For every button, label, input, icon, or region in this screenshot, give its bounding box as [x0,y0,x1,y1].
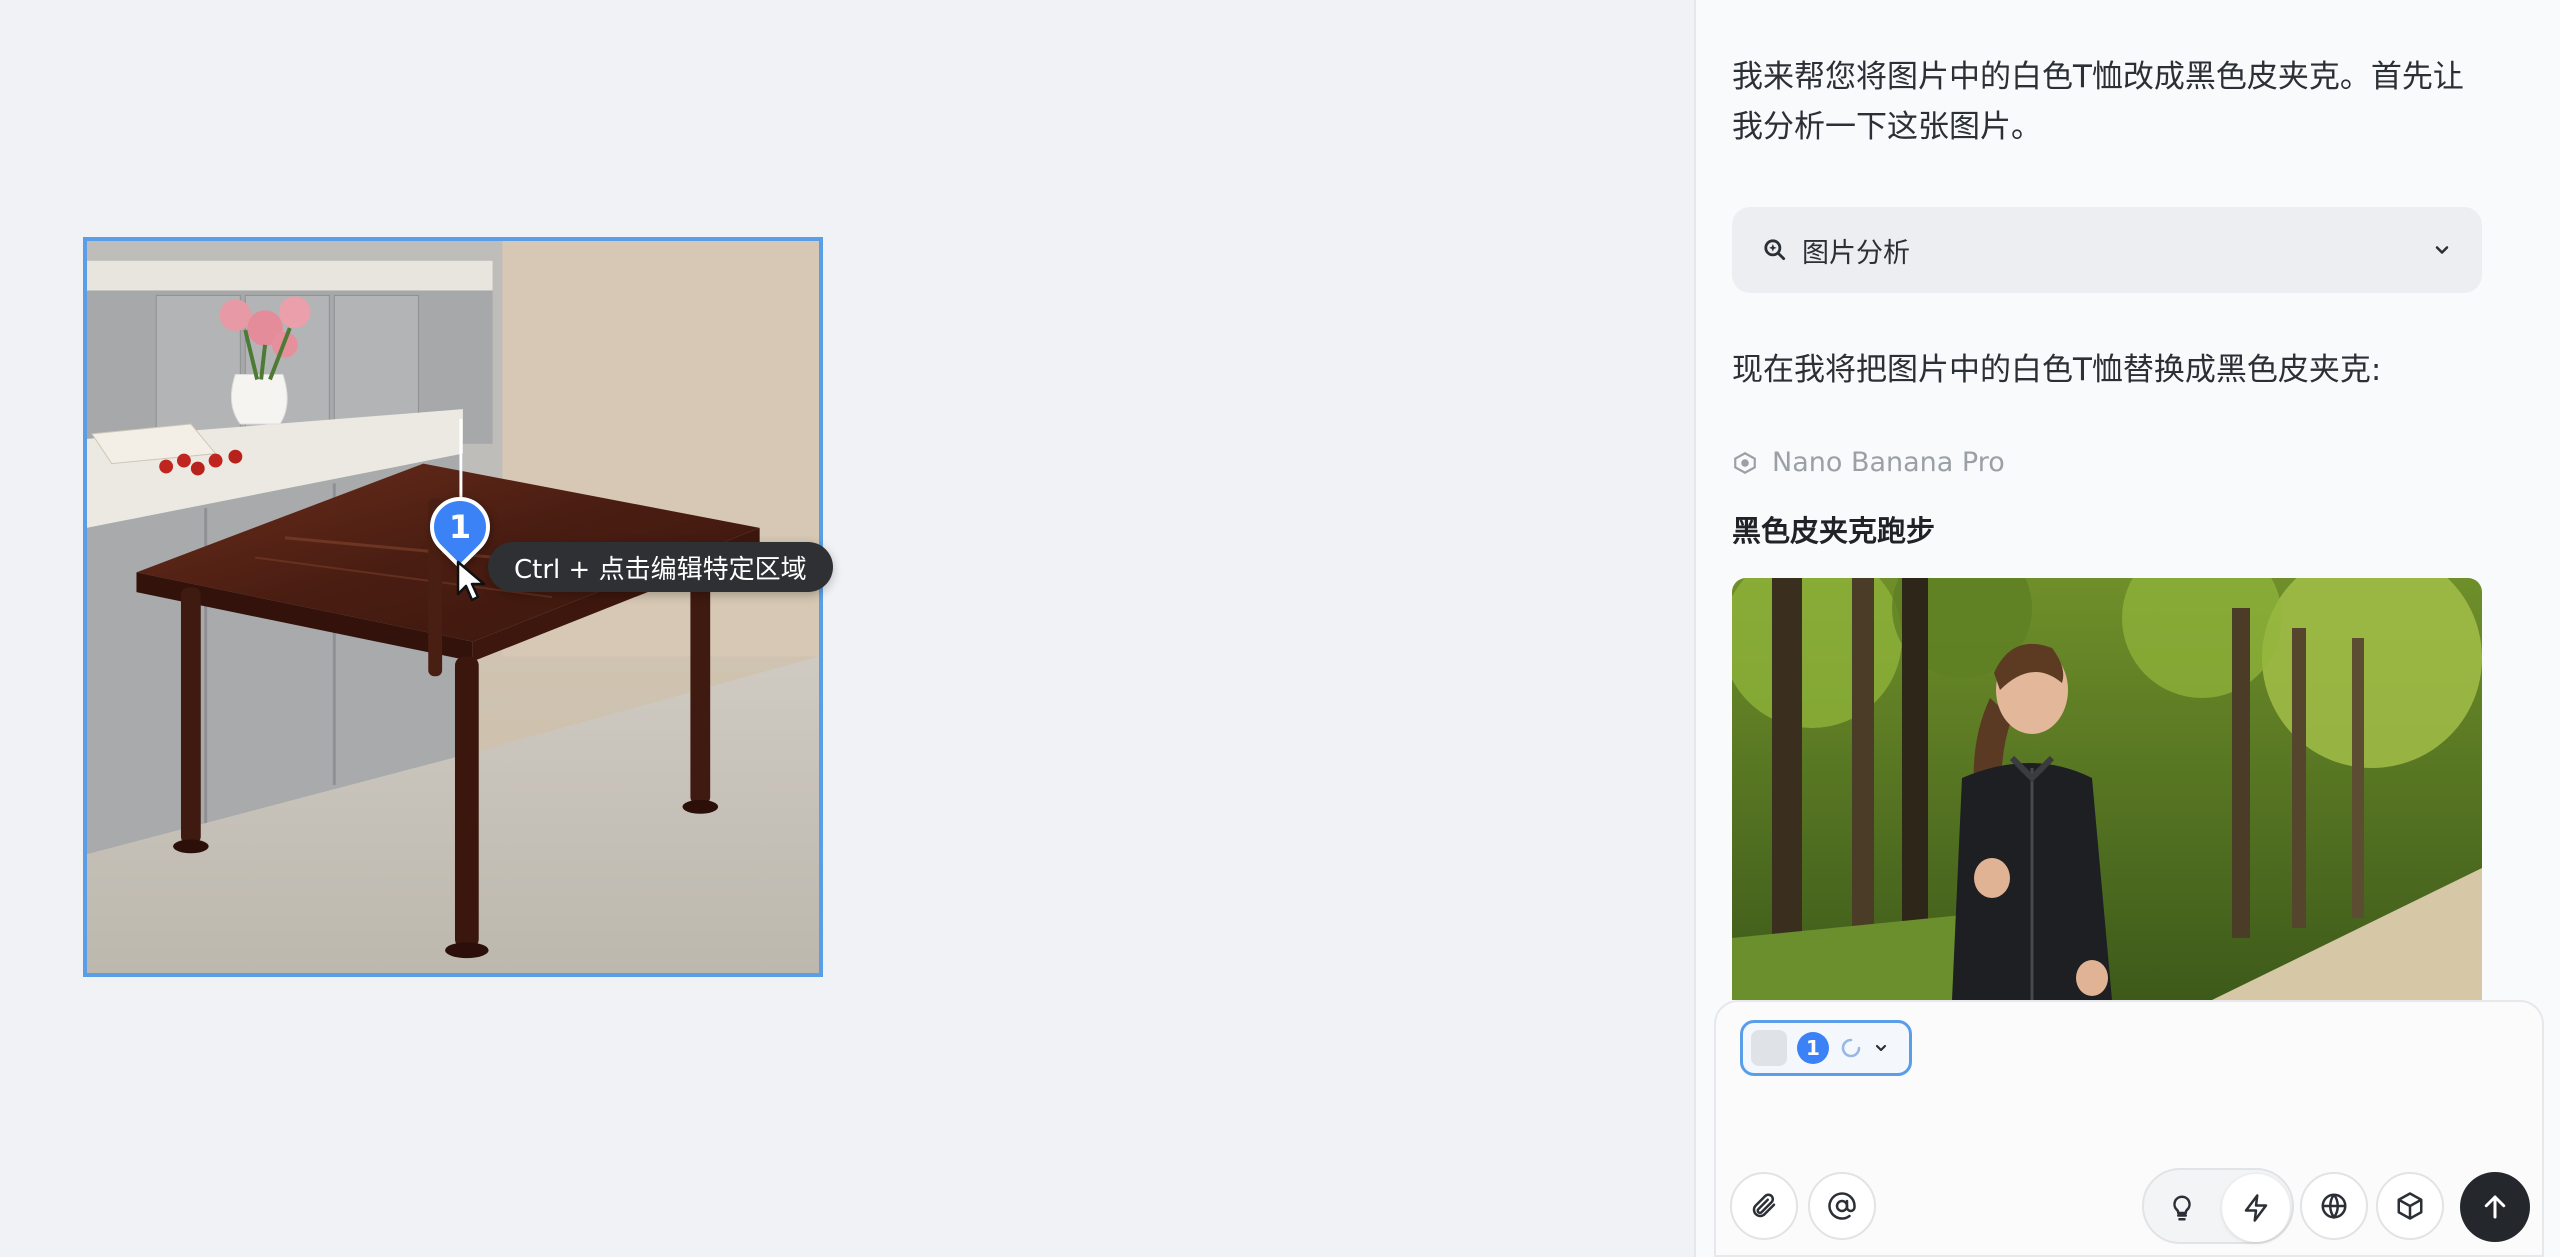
cube-icon [2397,1192,2423,1220]
paperclip-icon [1752,1193,1776,1218]
runner-leather-jacket-photo [1732,578,2482,1000]
send-button[interactable] [2460,1172,2530,1242]
lightning-icon [2244,1194,2268,1222]
globe-icon [2321,1193,2347,1220]
generated-result-image[interactable] [1732,578,2482,1000]
image-analysis-collapsible[interactable]: 图片分析 [1732,207,2482,293]
region-marker-number: 1 [448,508,472,546]
mouse-cursor-icon [456,560,486,602]
loading-spinner-icon [1841,1038,1861,1058]
thinking-mode-button[interactable] [2148,1174,2216,1242]
message-composer[interactable]: 1 [1714,1000,2544,1257]
result-title: 黑色皮夹克跑步 [1732,514,1936,548]
3d-model-button[interactable] [2376,1172,2444,1240]
fast-mode-button[interactable] [2222,1174,2290,1242]
chevron-down-icon[interactable] [1873,1040,1889,1056]
edit-region-tooltip: Ctrl + 点击编辑特定区域 [488,542,833,592]
at-icon [1828,1192,1856,1220]
assistant-replace-text: 现在我将把图片中的白色T恤替换成黑色皮夹克: [1732,352,2382,388]
model-name: Nano Banana Pro [1772,447,2005,478]
search-spark-icon [1764,239,1786,261]
chat-panel: 我来帮您将图片中的白色T恤改成黑色皮夹克。首先让我分析一下这张图片。 图片分析 … [1694,0,2560,1257]
reference-thumbnail [1751,1030,1787,1066]
canvas-area[interactable]: 1 Ctrl + 点击编辑特定区域 [0,0,1694,1257]
image-analysis-label: 图片分析 [1802,237,1910,269]
lightbulb-icon [2173,1195,2191,1221]
assistant-intro-text: 我来帮您将图片中的白色T恤改成黑色皮夹克。首先让我分析一下这张图片。 [1732,59,2464,145]
selected-canvas-image[interactable] [83,237,823,977]
chevron-down-icon[interactable] [2432,240,2452,260]
kitchen-table-photo [87,241,819,973]
arrow-up-icon [2484,1195,2506,1219]
model-tag: Nano Banana Pro [1732,447,2005,478]
attach-button[interactable] [1730,1172,1798,1240]
eye-icon [1734,451,1756,474]
reference-number: 1 [1797,1032,1829,1064]
mode-toggle-group [2142,1168,2294,1244]
region-reference-chip[interactable]: 1 [1740,1020,1912,1076]
web-search-button[interactable] [2300,1172,2368,1240]
mention-button[interactable] [1808,1172,1876,1240]
message-list[interactable]: 我来帮您将图片中的白色T恤改成黑色皮夹克。首先让我分析一下这张图片。 图片分析 … [1732,0,2482,1000]
